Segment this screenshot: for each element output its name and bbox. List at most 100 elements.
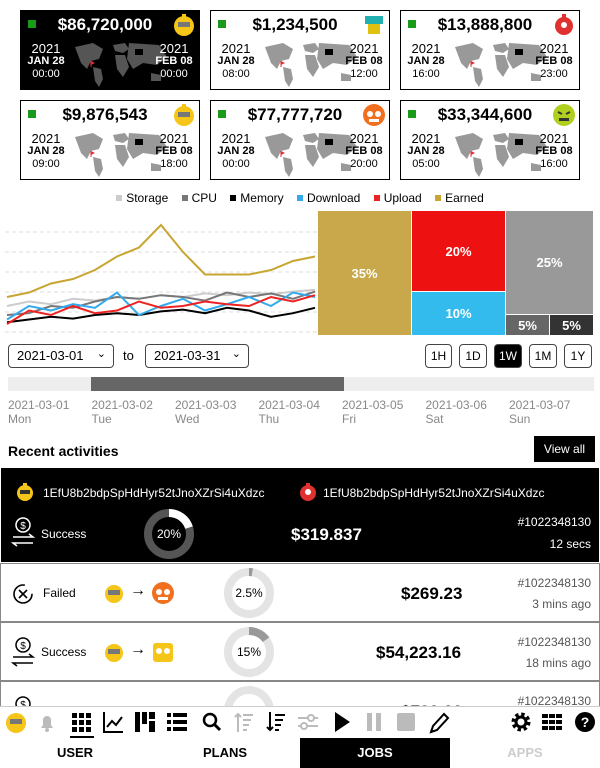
progress-percent: 20% (156, 527, 182, 541)
nav-user[interactable]: USER (0, 738, 150, 768)
yellow-robot-icon (174, 104, 194, 126)
play-icon[interactable] (330, 706, 354, 738)
status-dot (408, 110, 416, 118)
legend-memory[interactable]: Memory (230, 191, 284, 205)
gear-icon[interactable] (510, 706, 532, 738)
nav-apps[interactable]: APPS (450, 738, 600, 768)
legend-cpu[interactable]: CPU (181, 191, 217, 205)
start-datetime: 2021 JAN 28 08:00 (217, 41, 255, 80)
treemap-label: 20% (445, 243, 472, 259)
bell-icon[interactable] (36, 706, 58, 738)
worker-card[interactable]: $1,234,500 2021 JAN 28 08:00 2021 FEB 08 12:00 (210, 10, 390, 90)
progress-percent: 15% (236, 645, 262, 659)
date-to-select[interactable]: 2021-03-31 ⌄ (145, 344, 249, 368)
status-dot (28, 20, 36, 28)
from-address: 1EfU8b2bdpSpHdHyr52tJnoXZrSi4uXdzc (43, 486, 265, 500)
line-chart-icon[interactable] (101, 706, 125, 738)
search-icon[interactable] (200, 706, 224, 738)
yellow-robot-icon (174, 14, 194, 36)
treemap-cell[interactable]: 5% (506, 315, 550, 336)
end-datetime: 2021 FEB 08 16:00 (535, 131, 573, 170)
time-1h-button[interactable]: 1H (425, 344, 452, 368)
nav-jobs[interactable]: JOBS (300, 738, 450, 768)
treemap-label: 5% (562, 317, 581, 333)
earnings-amount: $13,888,800 (437, 15, 533, 34)
time-1m-button[interactable]: 1M (529, 344, 557, 368)
status-dot (218, 110, 226, 118)
sliders-icon[interactable] (296, 706, 320, 738)
worker-card[interactable]: $9,876,543 2021 JAN 28 09:00 2021 FEB 08 18:00 (20, 100, 200, 180)
timeline-tick: 2021-03-06 Sat (425, 398, 487, 426)
status-dot (28, 110, 36, 118)
end-datetime: 2021 FEB 08 20:00 (345, 131, 383, 170)
legend-earned[interactable]: Earned (435, 191, 484, 205)
time-1y-button[interactable]: 1Y (564, 344, 592, 368)
pencil-icon[interactable] (426, 706, 450, 738)
series-line-earned[interactable] (6, 223, 316, 298)
arrow-right-icon: → (130, 582, 146, 599)
featured-activity[interactable]: 1EfU8b2bdpSpHdHyr52tJnoXZrSi4uXdzc 1EfU8… (1, 468, 599, 562)
treemap-cell[interactable]: 25% (506, 211, 594, 315)
treemap-cell[interactable]: 10% (412, 292, 506, 336)
line-chart (5, 223, 317, 333)
sort-descending-icon[interactable] (264, 706, 288, 738)
transfer-icon: $ (10, 637, 36, 667)
yellow-robot-icon (105, 644, 123, 662)
treemap-label: 10% (445, 306, 472, 321)
apps-grid-icon[interactable] (541, 706, 563, 738)
date-from-select[interactable]: 2021-03-01 ⌄ (8, 344, 114, 368)
pause-icon[interactable] (362, 706, 386, 738)
list-icon[interactable] (165, 706, 189, 738)
activity-row-success[interactable]: $ Success → 15% $54,223.16 #1022348130 1… (0, 622, 600, 681)
dashboard-icon[interactable] (133, 706, 157, 738)
time-ago: 3 mins ago (532, 597, 591, 611)
legend-storage[interactable]: Storage (116, 191, 168, 205)
progress-percent: 2.5% (235, 586, 263, 600)
end-datetime: 2021 FEB 08 23:00 (535, 41, 573, 80)
time-ago: 12 secs (549, 537, 591, 551)
start-datetime: 2021 JAN 28 16:00 (407, 41, 445, 80)
date-range-to-label: to (123, 348, 134, 363)
view-all-button[interactable]: View all (534, 436, 595, 462)
timeline-selection[interactable] (91, 377, 344, 391)
earnings-amount: $86,720,000 (57, 15, 153, 34)
earnings-amount: $9,876,543 (62, 105, 148, 124)
lime-robot-icon (553, 104, 575, 126)
failed-transfer-icon (13, 584, 33, 604)
activity-row-failed[interactable]: Failed → 2.5% $269.23 #1022348130 3 mins… (0, 563, 600, 622)
treemap-label: 35% (351, 265, 378, 281)
yellow-robot-icon (17, 483, 33, 501)
amount: $269.23 (401, 584, 463, 603)
transaction-id: #1022348130 (517, 515, 591, 529)
end-datetime: 2021 FEB 08 18:00 (155, 131, 193, 170)
treemap-cell[interactable]: 35% (318, 211, 412, 336)
transfer-icon: $ (10, 517, 36, 547)
earnings-amount: $33,344,600 (437, 105, 533, 124)
user-avatar-icon[interactable] (4, 706, 28, 738)
teal-robot-icon (365, 16, 383, 34)
svg-text:$: $ (20, 521, 26, 532)
earnings-amount: $77,777,720 (247, 105, 343, 124)
worker-card[interactable]: $33,344,600 2021 JAN 28 05:00 2021 FEB 08 16:0… (400, 100, 580, 180)
chevron-down-icon: ⌄ (96, 348, 106, 360)
worker-card[interactable]: $13,888,800 2021 JAN 28 16:00 2021 FEB 08 23:0… (400, 10, 580, 90)
time-ago: 18 mins ago (525, 656, 591, 670)
nav-plans[interactable]: PLANS (150, 738, 300, 768)
time-1d-button[interactable]: 1D (459, 344, 487, 368)
legend-download[interactable]: Download (296, 191, 360, 205)
time-1w-button[interactable]: 1W (494, 344, 522, 368)
start-datetime: 2021 JAN 28 05:00 (407, 131, 445, 170)
treemap-cell[interactable]: 20% (412, 211, 506, 292)
worker-card[interactable]: $86,720,000 2021 JAN 28 00:00 2021 FEB 08 00:0… (20, 10, 200, 90)
chevron-down-icon: ⌄ (231, 348, 241, 360)
amount: $319.837 (291, 525, 362, 544)
legend-upload[interactable]: Upload (373, 191, 422, 205)
help-icon[interactable]: ? (573, 706, 597, 738)
treemap-cell[interactable]: 5% (550, 315, 594, 336)
stop-icon[interactable] (394, 706, 418, 738)
recent-activities-title: Recent activities (8, 443, 119, 459)
filter-sort-icon[interactable] (232, 706, 256, 738)
worker-card[interactable]: $77,777,720 2021 JAN 28 00:00 2021 FEB 08 20:0… (210, 100, 390, 180)
transaction-id: #1022348130 (517, 635, 591, 649)
grid-icon[interactable] (70, 706, 94, 738)
